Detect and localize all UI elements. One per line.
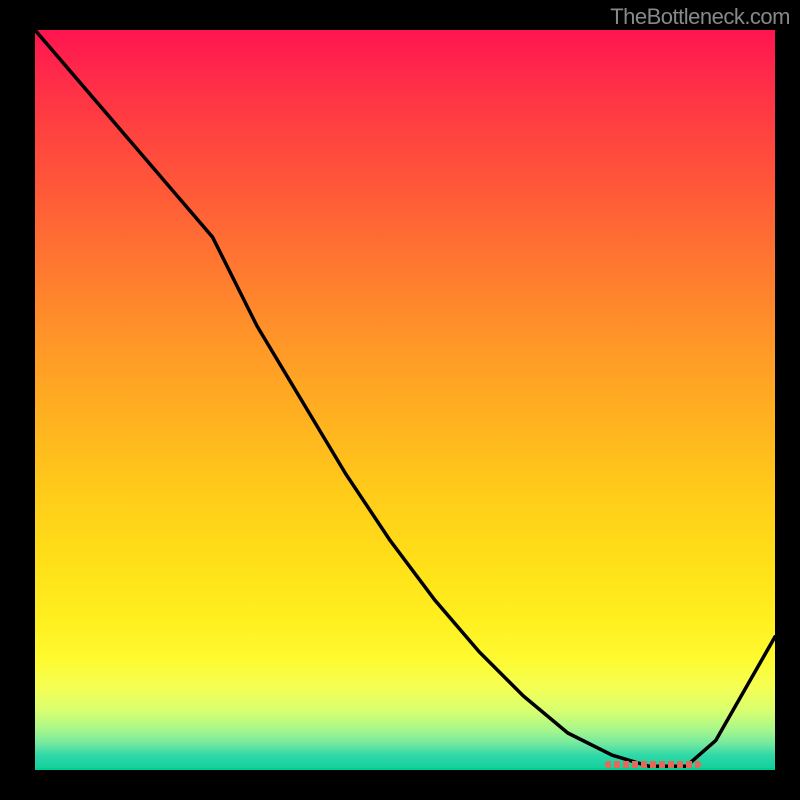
plot-area [35,30,775,770]
chart-container: TheBottleneck.com [0,0,800,800]
data-line [35,30,775,770]
watermark-text: TheBottleneck.com [610,4,790,30]
valley-marker [605,761,701,768]
